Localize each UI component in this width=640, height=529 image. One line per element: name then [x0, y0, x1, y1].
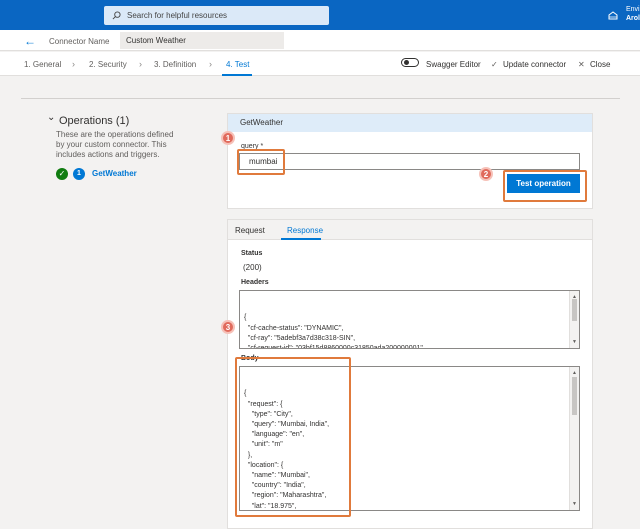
chevron-right-icon: ›: [72, 59, 75, 69]
annotation-marker-2: 2: [479, 167, 493, 181]
search-box[interactable]: Search for helpful resources: [104, 6, 329, 25]
headers-text: { "cf-cache-status": "DYNAMIC", "cf-ray"…: [244, 314, 425, 349]
body-output[interactable]: { "request": { "type": "City", "query": …: [239, 366, 580, 511]
chevron-right-icon: ›: [209, 59, 212, 69]
query-input[interactable]: mumbai: [239, 153, 580, 170]
environment-icon[interactable]: [608, 10, 618, 20]
close-button[interactable]: Close: [590, 60, 610, 69]
headers-scrollbar[interactable]: ▲ ▼: [569, 291, 579, 348]
environment-label: Envi: [626, 6, 640, 13]
swagger-editor-toggle[interactable]: [401, 58, 419, 67]
operation-count-badge: 1: [73, 168, 85, 180]
step-general[interactable]: 1. General: [24, 60, 61, 69]
operations-title: Operations (1): [59, 115, 130, 127]
query-label: query *: [241, 143, 264, 150]
status-label: Status: [241, 250, 263, 257]
operations-description: These are the operations defined by your…: [56, 130, 174, 159]
swagger-editor-label: Swagger Editor: [426, 60, 481, 69]
test-operation-button[interactable]: Test operation: [507, 174, 580, 193]
step-security[interactable]: 2. Security: [89, 60, 127, 69]
environment-name: Arol: [626, 15, 640, 22]
active-step-indicator: [222, 74, 252, 76]
headers-output[interactable]: { "cf-cache-status": "DYNAMIC", "cf-ray"…: [239, 290, 580, 349]
body-scrollbar[interactable]: ▲ ▼: [569, 367, 579, 510]
environment-selector[interactable]: Envi Arol: [626, 5, 640, 23]
status-value: (200): [243, 263, 262, 272]
operation-panel-title: GetWeather: [228, 114, 592, 132]
back-arrow-icon[interactable]: ←: [24, 34, 36, 48]
body-text: { "request": { "type": "City", "query": …: [244, 390, 330, 510]
annotation-marker-3: 3: [221, 320, 235, 334]
success-check-icon: ✓: [56, 168, 68, 180]
top-bar: Search for helpful resources Envi Arol: [0, 0, 640, 30]
headers-label: Headers: [241, 279, 269, 286]
divider: [21, 98, 620, 99]
active-tab-indicator: [281, 238, 321, 240]
scroll-down-icon[interactable]: ▼: [572, 499, 577, 509]
chevron-down-icon[interactable]: ⌄: [47, 112, 55, 123]
search-icon: [112, 11, 121, 20]
tab-request[interactable]: Request: [235, 226, 265, 235]
connector-bar: ← Connector Name: [0, 30, 640, 51]
body-label: Body: [241, 355, 259, 362]
scroll-thumb[interactable]: [572, 299, 577, 321]
close-icon: ✕: [578, 60, 585, 69]
checkmark-icon: ✓: [491, 60, 498, 69]
step-test[interactable]: 4. Test: [226, 60, 249, 69]
scroll-thumb[interactable]: [572, 377, 577, 415]
tab-response[interactable]: Response: [287, 226, 323, 235]
chevron-right-icon: ›: [139, 59, 142, 69]
search-placeholder: Search for helpful resources: [127, 11, 228, 20]
scroll-down-icon[interactable]: ▼: [572, 337, 577, 347]
annotation-marker-1: 1: [221, 131, 235, 145]
connector-name-input[interactable]: Custom Weather: [120, 32, 284, 49]
step-definition[interactable]: 3. Definition: [154, 60, 196, 69]
connector-name-label: Connector Name: [49, 37, 110, 46]
operation-item-getweather[interactable]: GetWeather: [92, 169, 137, 178]
response-tabs: Request Response: [228, 220, 592, 240]
update-connector-button[interactable]: Update connector: [503, 60, 566, 69]
